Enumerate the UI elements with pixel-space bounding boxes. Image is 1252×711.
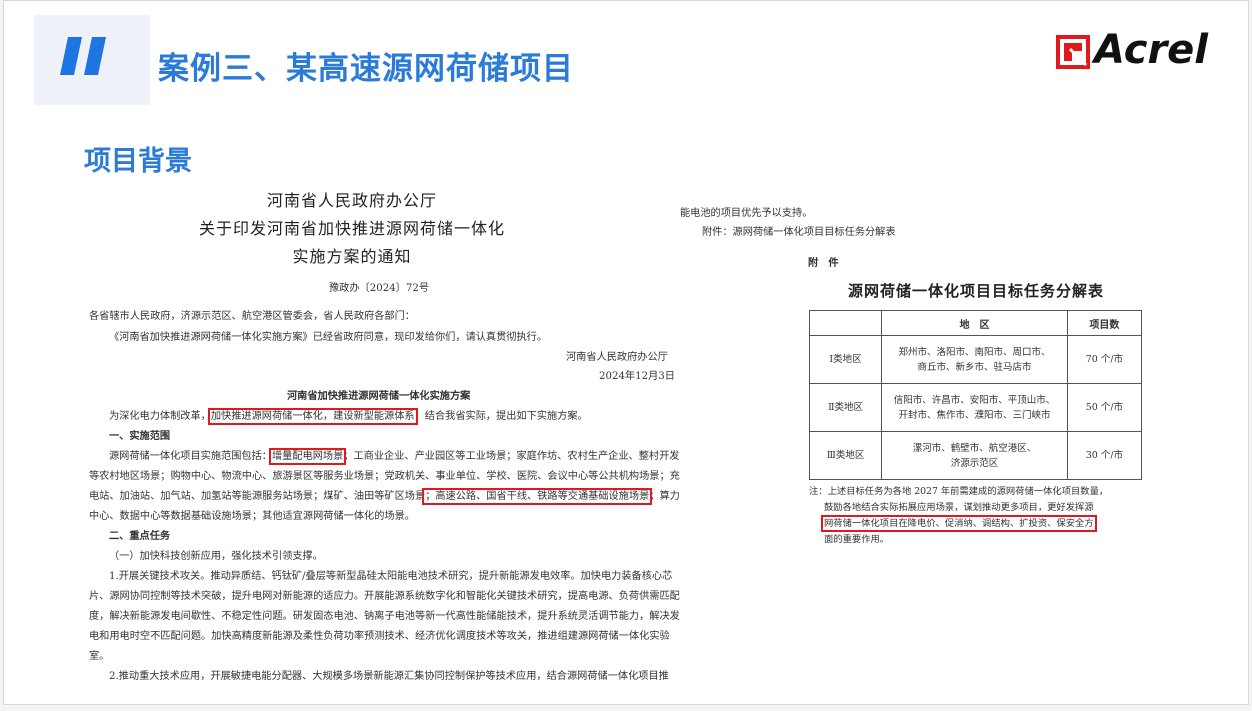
note-line-3: 网荷储一体化项目在降电价、促消纳、调结构、扩投资、保安全方 <box>821 515 1097 532</box>
region-line-1: 漯河市、鹤壁市、航空港区、 <box>912 442 1037 454</box>
table-cell-category: Ⅲ类地区 <box>808 431 883 480</box>
paragraph-4-a: 电站、加油站、加气站、加氢站等能源服务站场景；煤矿、油田等矿区场景 <box>89 491 426 502</box>
table-header-count: 项目数 <box>1066 310 1143 336</box>
section-1-heading: 一、实施范围 <box>109 430 171 442</box>
table-cell-region: 信阳市、许昌市、安阳市、平顶山市、 开封市、焦作市、濮阳市、三门峡市 <box>881 383 1068 432</box>
note-line-2: 鼓励各地结合实际拓展应用场景，谋划推动更多项目，更好发挥源 <box>824 502 1094 513</box>
attachment-line-1: 能电池的项目优先予以支持。 <box>680 208 813 219</box>
doc-number: 豫政办〔2024〕72号 <box>329 283 430 294</box>
doc-intro: 《河南省加快推进源网荷储一体化实施方案》已经省政府同意，现印发给你们，请认真贯彻… <box>109 332 548 343</box>
table-cell-category: Ⅰ类地区 <box>808 335 883 384</box>
paragraph-7: 片、源网协同控制等技术突破，提升电网对新能源的适应力。开展能源系统数字化和智能化… <box>89 591 680 602</box>
attachment-ref: 附件：源网荷储一体化项目目标任务分解表 <box>702 227 896 238</box>
task-table: 地 区 项目数 Ⅰ类地区 郑州市、洛阳市、南阳市、周口市、 商丘市、新乡市、驻马店… <box>808 310 1143 480</box>
table-cell-count: 70 个/市 <box>1066 335 1143 384</box>
paragraph-3: 等农村地区场景；购物中心、物流中心、旅游景区等服务业场景；党政机关、事业单位、学… <box>89 471 680 482</box>
table-cell-count: 30 个/市 <box>1066 431 1143 480</box>
section-2-heading: 二、重点任务 <box>109 530 171 542</box>
table-cell-region: 郑州市、洛阳市、南阳市、周口市、 商丘市、新乡市、驻马店市 <box>881 335 1068 384</box>
table-cell-category: Ⅱ类地区 <box>808 383 883 432</box>
region-line-2: 济源示范区 <box>950 457 999 469</box>
table-header-cat <box>808 310 883 336</box>
table-header-row: 地 区 项目数 <box>808 310 1143 336</box>
table-cell-region: 漯河市、鹤壁市、航空港区、 济源示范区 <box>881 431 1068 480</box>
paragraph-8: 度，解决新能源发电间歇性、不稳定性问题。研发固态电池、钠离子电池等新一代高性能储… <box>89 611 680 622</box>
paragraph-2-a: 源网荷储一体化项目实施范围包括： <box>109 451 272 462</box>
paragraph-5: 中心、数据中心等数据基础设施场景；其他适宜源网荷储一体化的场景。 <box>89 511 415 522</box>
region-line-2: 开封市、焦作市、濮阳市、三门峡市 <box>898 409 1051 421</box>
region-line-2: 商丘市、新乡市、驻马店市 <box>917 361 1032 373</box>
note-line-4: 面的重要作用。 <box>824 534 890 545</box>
paragraph-4-b: ；算力 <box>649 491 680 502</box>
paragraph-6: 1.开展关键技术攻关。推动异质结、钙钛矿/叠层等新型晶硅太阳能电池技术研究，提升… <box>109 571 673 582</box>
table-header-region: 地 区 <box>881 310 1068 336</box>
doc-date: 2024年12月3日 <box>599 371 675 382</box>
slide-title: 案例三、某高速源网荷储项目 <box>158 51 574 87</box>
region-line-1: 信阳市、许昌市、安阳市、平顶山市、 <box>893 394 1056 406</box>
paragraph-11: 2.推动重大技术应用，开展敏捷电能分配器、大规模多场景新能源汇集协同控制保护等技… <box>109 671 669 682</box>
doc-issuer: 河南省人民政府办公厅 <box>566 352 668 363</box>
paragraph-9: 电和用电时空不匹配问题。加快高精度新能源及柔性负荷功率预测技术、经济优化调度技术… <box>89 631 670 642</box>
plan-title: 河南省加快推进源网荷储一体化实施方案 <box>287 390 471 402</box>
note-line-1: 注：上述目标任务为各地 2027 年前需建成的源网荷储一体化项目数量， <box>809 486 1109 497</box>
highlight-box-2: 增量配电网场景 <box>268 448 347 465</box>
table-cell-count: 50 个/市 <box>1066 383 1143 432</box>
table-row: Ⅰ类地区 郑州市、洛阳市、南阳市、周口市、 商丘市、新乡市、驻马店市 70 个/市 <box>808 335 1143 384</box>
highlight-box-1: 加快推进源网荷储一体化，建设新型能源体系 <box>207 408 418 425</box>
highlight-box-4: 网荷储一体化项目在降电价、促消纳、调结构、扩投资、保安全方 <box>821 515 1097 532</box>
paragraph-1: 为深化电力体制改革，加快推进源网荷储一体化，建设新型能源体系，结合我省实际，提出… <box>109 407 588 425</box>
doc-recipients: 各省辖市人民政府，济源示范区、航空港区管委会，省人民政府各部门： <box>89 311 415 322</box>
table-row: Ⅱ类地区 信阳市、许昌市、安阳市、平顶山市、 开封市、焦作市、濮阳市、三门峡市 5… <box>808 383 1143 432</box>
title-decoration <box>34 15 150 105</box>
notice-document: 河南省人民政府办公厅 关于印发河南省加快推进源网荷储一体化 实施方案的通知 豫政… <box>47 173 680 704</box>
doc-heading-2: 关于印发河南省加快推进源网荷储一体化 <box>198 219 505 238</box>
paragraph-1-b: ，结合我省实际，提出如下实施方案。 <box>414 411 588 422</box>
slide: 案例三、某高速源网荷储项目 Acrel 项目背景 河南省人民政府办公厅 关于印发… <box>3 0 1249 705</box>
paragraph-10: 室。 <box>89 651 110 662</box>
attachment-label: 附 件 <box>808 257 839 269</box>
paragraph-1-a: 为深化电力体制改革， <box>109 411 211 422</box>
paragraph-2: 源网荷储一体化项目实施范围包括：增量配电网场景；工商业企业、产业园区等工业场景；… <box>109 447 680 465</box>
table-row: Ⅲ类地区 漯河市、鹤壁市、航空港区、 济源示范区 30 个/市 <box>808 431 1143 480</box>
double-slash-icon <box>60 37 106 75</box>
table-title: 源网荷储一体化项目目标任务分解表 <box>848 282 1105 300</box>
subsection-1: （一）加快科技创新应用，强化技术引领支撑。 <box>109 551 323 562</box>
doc-heading-3: 实施方案的通知 <box>292 247 412 266</box>
doc-heading-1: 河南省人民政府办公厅 <box>266 191 437 210</box>
logo-text: Acrel <box>1094 27 1209 73</box>
paragraph-2-b: ；工商业企业、产业园区等工业场景；家庭作坊、农村生产企业、整村开发 <box>343 451 680 462</box>
highlight-box-3: ；高速公路、国省干线、铁路等交通基础设施场景 <box>422 488 653 505</box>
attachment-document: 能电池的项目优先予以支持。 附件：源网荷储一体化项目目标任务分解表 附 件 源网… <box>680 196 1160 556</box>
region-line-1: 郑州市、洛阳市、南阳市、周口市、 <box>898 346 1051 358</box>
paragraph-4: 电站、加油站、加气站、加氢站等能源服务站场景；煤矿、油田等矿区场景；高速公路、国… <box>89 487 680 505</box>
acrel-mark-icon <box>1056 35 1090 69</box>
